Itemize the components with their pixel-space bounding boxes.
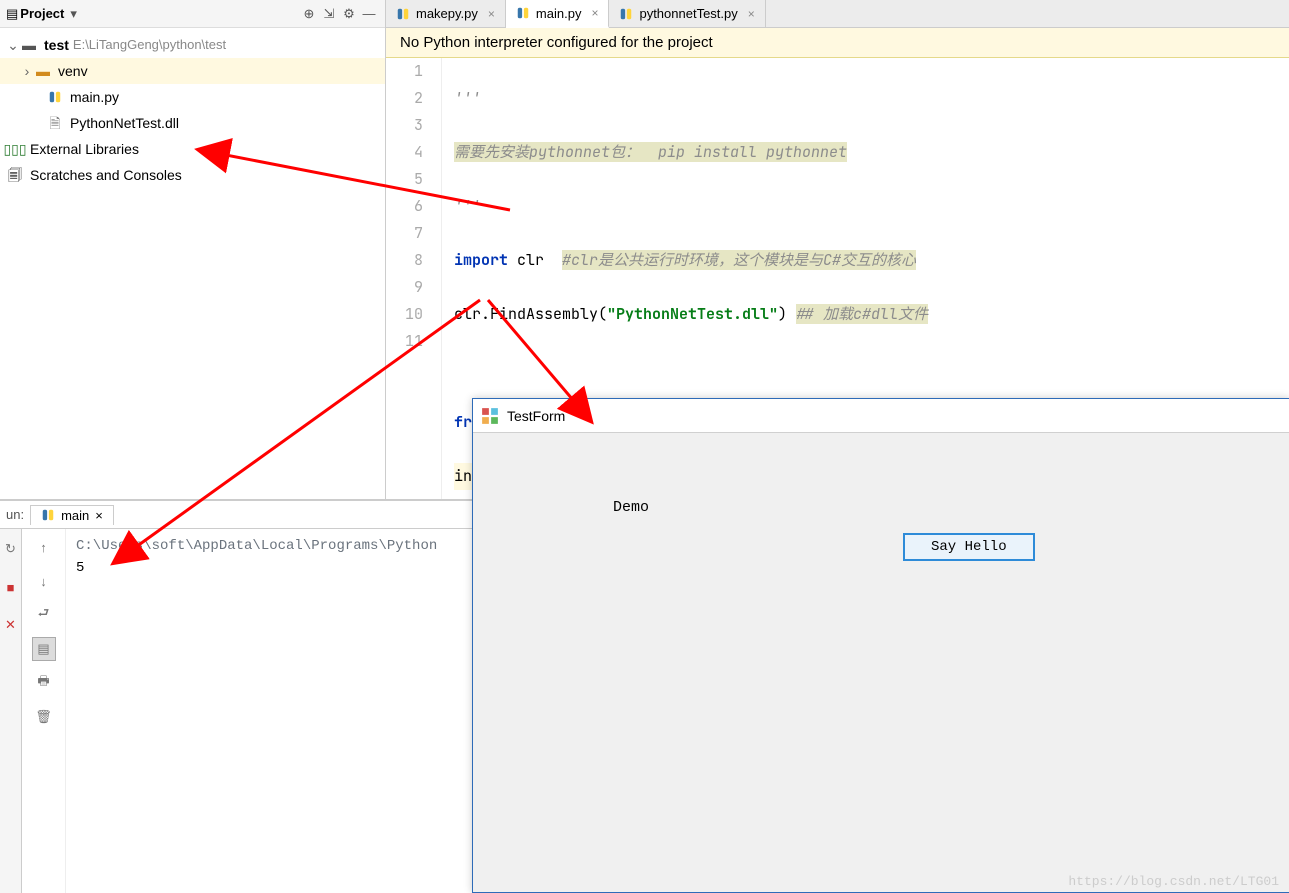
run-tab-main[interactable]: main × <box>30 505 114 525</box>
testform-window[interactable]: TestForm Demo Say Hello <box>472 398 1289 893</box>
folder-icon: ▬ <box>34 62 52 80</box>
sidebar-header: ▤ Project ▾ ⊕ ⇲ ⚙ — <box>0 0 385 28</box>
tree-item-venv[interactable]: › ▬ venv <box>0 58 385 84</box>
chevron-right-icon: › <box>20 58 34 84</box>
demo-label: Demo <box>613 499 649 516</box>
print-icon[interactable]: 🖶 <box>32 671 56 695</box>
tab-label: pythonnetTest.py <box>639 6 737 21</box>
tree-item-dll[interactable]: 🗎 PythonNetTest.dll <box>0 110 385 136</box>
watermark: https://blog.csdn.net/LTG01 <box>1068 874 1279 889</box>
python-file-icon <box>41 508 55 522</box>
testform-body: Demo Say Hello <box>473 433 1289 892</box>
close-icon[interactable]: × <box>95 508 103 523</box>
wrap-icon[interactable]: ⮐ <box>32 603 56 627</box>
run-icon-bar: ↑ ↓ ⮐ ▤ 🖶 🗑 <box>22 529 66 893</box>
scratches-icon: 🗐 <box>6 166 24 184</box>
python-file-icon <box>396 7 410 21</box>
locate-icon[interactable]: ⊕ <box>299 4 319 24</box>
run-tab-label: main <box>61 508 89 523</box>
project-sidebar: ▤ Project ▾ ⊕ ⇲ ⚙ — ⌄ ▬ test E:\LiTangGe… <box>0 0 386 499</box>
rerun-icon[interactable]: ↻ <box>0 537 23 561</box>
tree-item-main-py[interactable]: main.py <box>0 84 385 110</box>
close-icon[interactable]: × <box>591 6 598 20</box>
tree-label: PythonNetTest.dll <box>70 110 179 136</box>
external-libraries[interactable]: ▯▯▯ External Libraries <box>0 136 385 162</box>
editor-tabs: makepy.py × main.py × pythonnetTest.py × <box>386 0 1289 28</box>
project-tool-icon: ▤ <box>6 6 18 22</box>
library-icon: ▯▯▯ <box>6 140 24 158</box>
project-dropdown-icon[interactable]: ▾ <box>70 6 77 22</box>
say-hello-button[interactable]: Say Hello <box>903 533 1035 561</box>
project-path: E:\LiTangGeng\python\test <box>73 32 226 58</box>
tab-label: main.py <box>536 6 582 21</box>
close-icon[interactable]: × <box>488 7 495 21</box>
scroll-end-icon[interactable]: ▤ <box>32 637 56 661</box>
tab-makepy[interactable]: makepy.py × <box>386 0 506 27</box>
collapse-icon[interactable]: ⇲ <box>319 4 339 24</box>
project-root[interactable]: ⌄ ▬ test E:\LiTangGeng\python\test <box>0 32 385 58</box>
window-icon <box>481 407 499 425</box>
python-file-icon <box>516 6 530 20</box>
tree-label: venv <box>58 58 88 84</box>
hide-icon[interactable]: — <box>359 4 379 24</box>
dll-file-icon: 🗎 <box>46 114 64 132</box>
run-label: un: <box>6 507 24 522</box>
trash-icon[interactable]: 🗑 <box>32 705 56 729</box>
warning-text: No Python interpreter configured for the… <box>400 34 713 51</box>
project-tree: ⌄ ▬ test E:\LiTangGeng\python\test › ▬ v… <box>0 28 385 192</box>
chevron-down-icon: ⌄ <box>6 32 20 58</box>
interpreter-warning[interactable]: No Python interpreter configured for the… <box>386 28 1289 58</box>
testform-titlebar[interactable]: TestForm <box>473 399 1289 433</box>
down-icon[interactable]: ↓ <box>32 569 56 593</box>
line-gutter: 1 2 3 4 5 6 7 8 9 10 11 <box>386 58 442 499</box>
up-icon[interactable]: ↑ <box>32 535 56 559</box>
testform-title: TestForm <box>507 408 565 424</box>
tree-label: External Libraries <box>30 136 139 162</box>
python-file-icon <box>619 7 633 21</box>
tab-label: makepy.py <box>416 6 478 21</box>
tab-main[interactable]: main.py × <box>506 0 610 28</box>
close-icon[interactable]: × <box>748 7 755 21</box>
tab-pythonnettest[interactable]: pythonnetTest.py × <box>609 0 765 27</box>
sidebar-title: Project <box>20 6 64 21</box>
tree-label: Scratches and Consoles <box>30 162 182 188</box>
exit-icon[interactable]: ✕ <box>0 613 23 637</box>
tree-label: main.py <box>70 84 119 110</box>
run-left-bar: ↻ ■ ✕ <box>0 529 22 893</box>
project-name: test <box>44 32 69 58</box>
settings-gear-icon[interactable]: ⚙ <box>339 4 359 24</box>
folder-icon: ▬ <box>20 36 38 54</box>
scratches-consoles[interactable]: 🗐 Scratches and Consoles <box>0 162 385 188</box>
python-file-icon <box>46 88 64 106</box>
stop-icon[interactable]: ■ <box>0 575 23 599</box>
